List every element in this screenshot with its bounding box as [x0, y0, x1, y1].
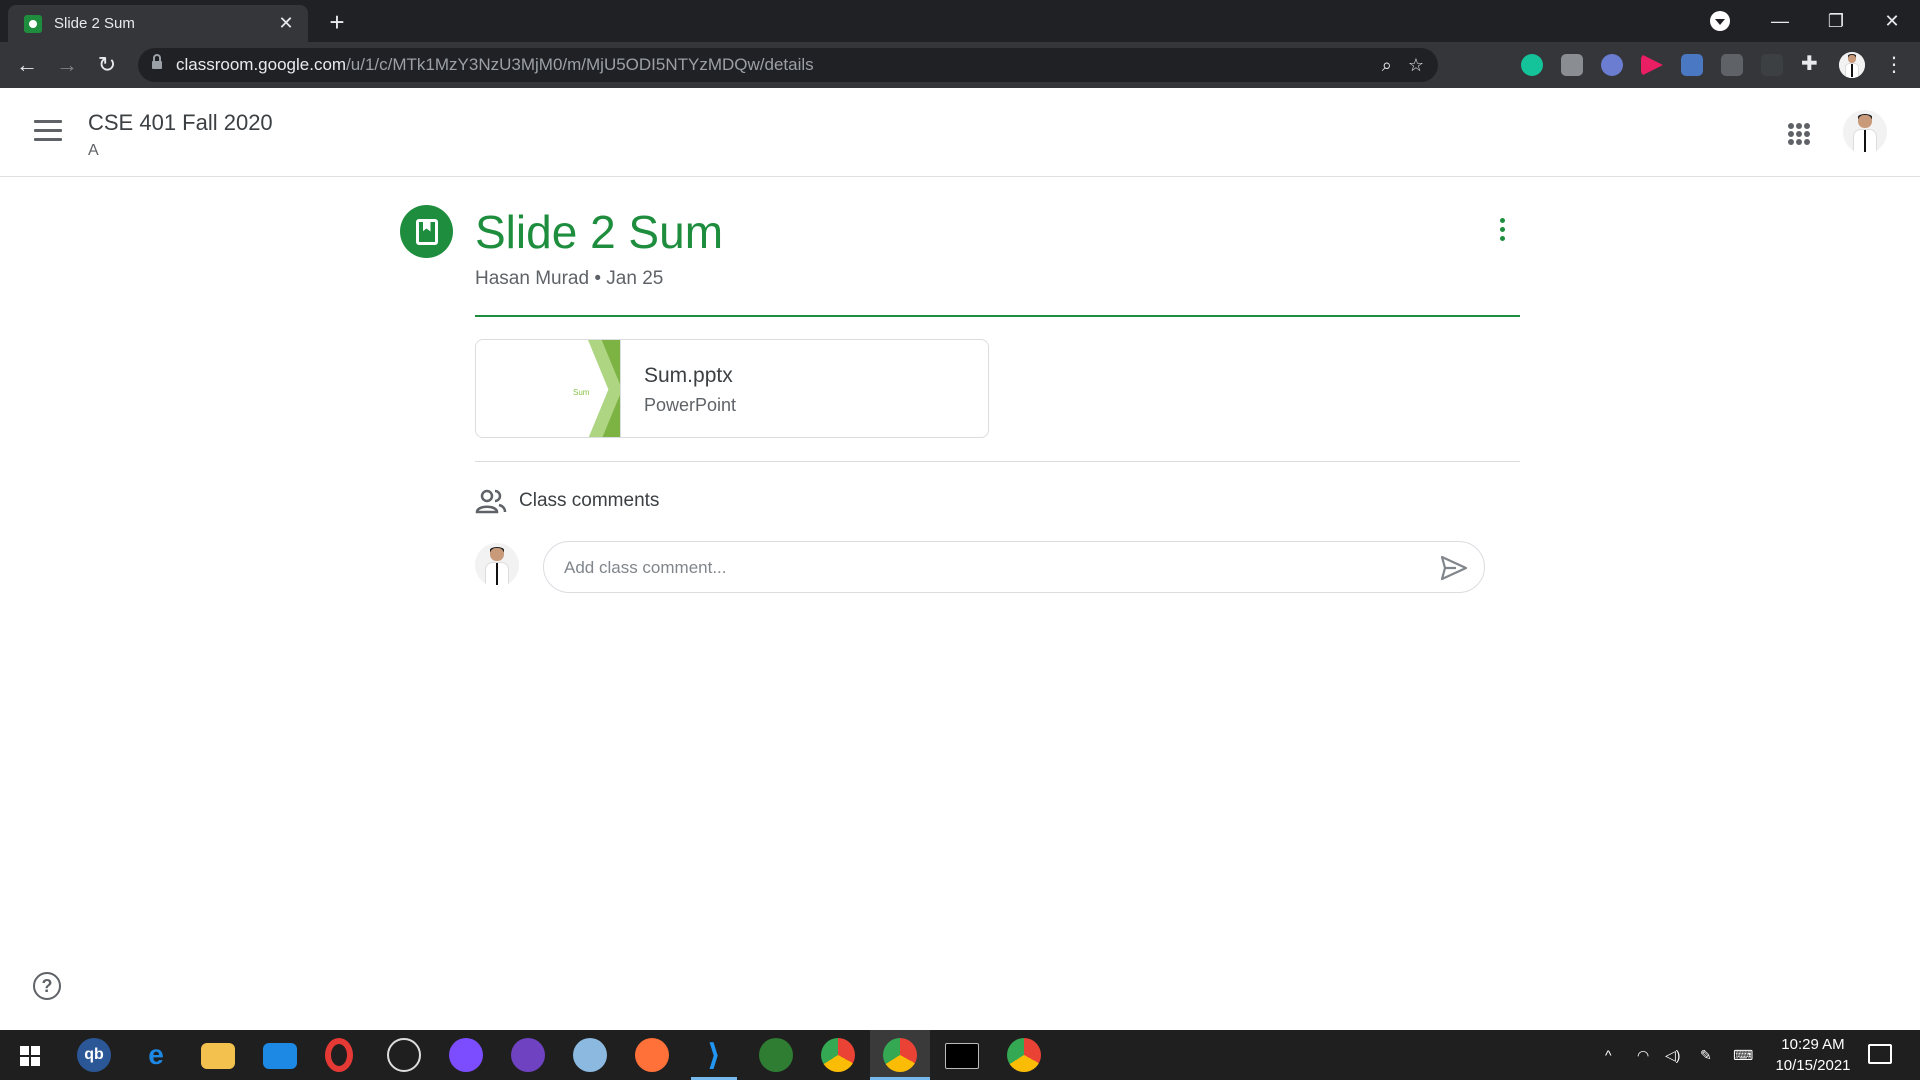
volume-icon[interactable]: ◁): [1665, 1030, 1680, 1080]
title-divider: [475, 315, 1520, 317]
url-host: classroom.google.com: [176, 55, 347, 74]
firefox-icon[interactable]: [635, 1038, 669, 1072]
class-comments-label: Class comments: [519, 490, 660, 511]
chrome-active-icon[interactable]: [883, 1038, 917, 1072]
post-title: Slide 2 Sum: [475, 206, 724, 258]
class-name[interactable]: CSE 401 Fall 2020: [88, 110, 273, 136]
clock-date: 10/15/2021: [1775, 1057, 1851, 1074]
post-options-icon[interactable]: [1490, 218, 1514, 248]
meta-separator: •: [594, 268, 601, 289]
browser-profile-avatar[interactable]: [1839, 52, 1865, 78]
screenshot-extension-icon[interactable]: [1561, 54, 1583, 76]
play-extension-icon[interactable]: [1641, 54, 1663, 76]
attachment-type: PowerPoint: [644, 395, 737, 415]
url-path: /u/1/c/MTk1MzY3NzU3MjM0/m/MjU5ODI5NTYzMD…: [346, 55, 814, 74]
pen-extension-icon[interactable]: [1761, 54, 1783, 76]
windows-start-icon[interactable]: [20, 1046, 40, 1066]
post-meta: Hasan Murad • Jan 25: [475, 268, 663, 290]
post-date: Jan 25: [606, 268, 664, 289]
extensions-puzzle-icon[interactable]: ✚: [1801, 51, 1823, 75]
comment-box[interactable]: [543, 541, 1485, 593]
lock-icon[interactable]: [152, 54, 162, 71]
restore-button[interactable]: ❐: [1808, 0, 1864, 42]
classroom-favicon-icon: [24, 14, 42, 33]
bookmark-star-icon[interactable]: ☆: [1408, 55, 1424, 76]
satellite-icon[interactable]: [387, 1038, 421, 1072]
opera-icon[interactable]: [325, 1038, 353, 1072]
browser-tab-strip: Slide 2 Sum ✕ + — ❐ ✕: [0, 0, 1920, 42]
post-author: Hasan Murad: [475, 268, 590, 289]
github-icon[interactable]: [511, 1038, 545, 1072]
material-icon: [400, 205, 453, 258]
attachment-name: Sum.pptx: [644, 364, 733, 387]
system-clock[interactable]: 10:29 AM 10/15/2021: [1770, 1034, 1856, 1076]
attachment-card[interactable]: Sum Sum.pptx PowerPoint: [475, 339, 989, 438]
chrome-profile-icon[interactable]: [1007, 1038, 1041, 1072]
file-explorer-icon[interactable]: [201, 1043, 235, 1069]
keyboard-icon[interactable]: ⌨: [1733, 1030, 1753, 1080]
chrome-icon[interactable]: [821, 1038, 855, 1072]
main-menu-icon[interactable]: [34, 120, 62, 142]
attachment-thumbnail: Sum: [476, 340, 621, 437]
pen-icon[interactable]: ✎: [1700, 1030, 1712, 1080]
account-avatar[interactable]: [1843, 110, 1887, 154]
network-icon[interactable]: ◠: [1637, 1030, 1649, 1080]
comment-input[interactable]: [564, 556, 1384, 580]
comments-divider: [475, 461, 1520, 462]
clock-time: 10:29 AM: [1781, 1036, 1845, 1053]
new-tab-button[interactable]: +: [322, 8, 352, 38]
classroom-header: CSE 401 Fall 2020 A: [0, 88, 1920, 177]
browser-menu-icon[interactable]: ⋮: [1884, 52, 1904, 77]
tab-search-icon[interactable]: [1710, 11, 1730, 31]
messenger-icon[interactable]: [449, 1038, 483, 1072]
extension-icon[interactable]: [1601, 54, 1623, 76]
user-avatar: [475, 543, 519, 587]
windows-taskbar: qb e ⟩ ^ ◠ ◁) ✎ ⌨ 10:29 AM 10/15/2021: [0, 1030, 1920, 1080]
paint-icon[interactable]: [573, 1038, 607, 1072]
download-extension-icon[interactable]: [1681, 54, 1703, 76]
back-button[interactable]: ←: [12, 50, 42, 80]
extension-icon[interactable]: [1721, 54, 1743, 76]
window-close-button[interactable]: ✕: [1864, 0, 1920, 42]
tab-title: Slide 2 Sum: [54, 15, 135, 32]
reload-button[interactable]: ↻: [92, 50, 122, 80]
grammarly-icon[interactable]: [1521, 54, 1543, 76]
notifications-icon[interactable]: [1868, 1044, 1892, 1064]
send-icon[interactable]: [1440, 555, 1468, 581]
vscode-icon[interactable]: ⟩: [697, 1038, 731, 1072]
tray-expand-icon[interactable]: ^: [1605, 1030, 1612, 1080]
mail-icon[interactable]: [263, 1043, 297, 1069]
thumbnail-text: Sum: [573, 388, 590, 397]
terminal-icon[interactable]: [945, 1043, 979, 1069]
tab-close-icon[interactable]: ✕: [276, 13, 296, 34]
address-bar[interactable]: classroom.google.com/u/1/c/MTk1MzY3NzU3M…: [138, 48, 1438, 82]
class-section: A: [88, 142, 99, 159]
earth-icon[interactable]: [759, 1038, 793, 1072]
zoom-icon[interactable]: ⌕: [1382, 55, 1392, 76]
forward-button[interactable]: →: [52, 50, 82, 80]
minimize-button[interactable]: —: [1752, 0, 1808, 42]
people-icon: [475, 489, 507, 514]
qb-icon[interactable]: qb: [77, 1038, 111, 1072]
google-apps-icon[interactable]: [1788, 123, 1810, 145]
browser-toolbar: ← → ↻ classroom.google.com/u/1/c/MTk1MzY…: [0, 42, 1920, 88]
browser-tab[interactable]: Slide 2 Sum ✕: [8, 5, 308, 42]
edge-icon[interactable]: e: [139, 1038, 173, 1072]
help-icon[interactable]: ?: [33, 972, 61, 1000]
